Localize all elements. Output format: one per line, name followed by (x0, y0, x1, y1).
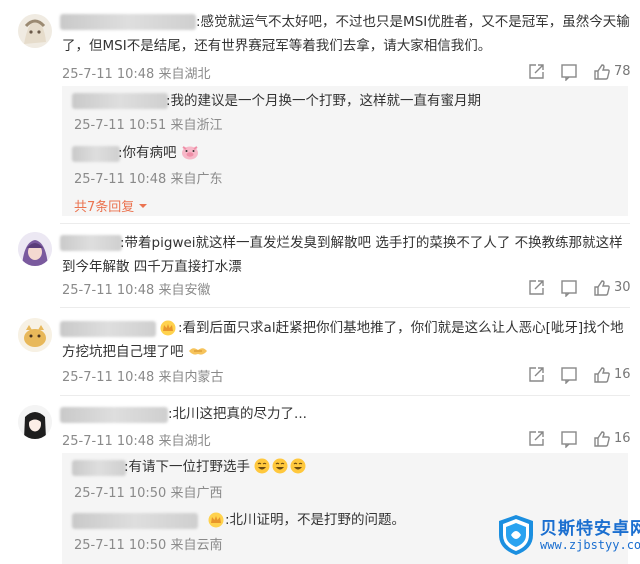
username-blurred[interactable] (60, 321, 156, 337)
share-icon[interactable] (527, 279, 545, 297)
avatar[interactable] (18, 14, 52, 48)
like-icon[interactable] (593, 63, 611, 81)
like-count: 78 (614, 64, 631, 79)
reply-text: :你有病吧 (118, 142, 199, 164)
reply-text: :有请下一位打野选手 (124, 456, 306, 478)
share-icon[interactable] (527, 63, 545, 81)
reply-meta: 25-7-11 10:50 来自云南 (74, 538, 223, 553)
comment-text-content: 方挖坑把自己埋了吧 (62, 344, 184, 360)
comment-text-line1: :感觉就运气不太好吧，不过也只是MSI优胜者，又不是冠军，虽然今天输 (196, 14, 630, 30)
handshake-emoji-icon (188, 348, 207, 355)
like-count: 30 (614, 280, 631, 295)
more-replies-label[interactable]: 共7条回复 (74, 200, 134, 215)
comment-meta: 25-7-11 10:48 来自内蒙古 (62, 370, 224, 385)
comment-text-line1: :带着pigwei就这样一直发烂发臭到解散吧 选手打的菜换不了人了 不换教练那就… (120, 235, 623, 251)
like-icon[interactable] (593, 430, 611, 448)
reply-text: :北川证明，不是打野的问题。 (225, 512, 406, 528)
watermark-url: www.zjbstyy.com (540, 538, 640, 552)
avatar[interactable] (18, 318, 52, 352)
comment-meta: 25-7-11 10:48 来自湖北 (62, 67, 211, 82)
comment-icon[interactable] (560, 279, 578, 297)
comment-text-line2: 方挖坑把自己埋了吧 (62, 341, 208, 363)
divider (60, 307, 630, 308)
like-icon[interactable] (593, 279, 611, 297)
crown-emoji-icon (208, 512, 224, 528)
divider (60, 223, 630, 224)
like-count: 16 (614, 367, 631, 382)
chevron-down-icon (139, 204, 148, 208)
comment-meta: 25-7-11 10:48 来自安徽 (62, 283, 211, 298)
watermark-title: 贝斯特安卓网 (540, 519, 640, 539)
comment-icon[interactable] (560, 366, 578, 384)
more-replies-link[interactable]: 共7条回复 (74, 196, 148, 215)
comment-icon[interactable] (560, 63, 578, 81)
share-icon[interactable] (527, 366, 545, 384)
comment-text-line1: :看到后面只求al赶紧把你们基地推了，你们就是这么让人恶心[呲牙]找个地 (178, 320, 624, 336)
reply-text-content: :有请下一位打野选手 (124, 459, 251, 475)
avatar[interactable] (18, 232, 52, 266)
reply-meta: 25-7-11 10:50 来自广西 (74, 486, 223, 501)
shield-logo-icon (499, 515, 533, 555)
site-watermark: 贝斯特安卓网 www.zjbstyy.com (496, 510, 640, 560)
reply-text-content: :你有病吧 (118, 145, 177, 161)
username-blurred[interactable] (60, 235, 122, 251)
comment-text-line2: 了，但MSI不是结尾，还有世界赛冠军等着我们去拿，请大家相信我们。 (62, 38, 492, 54)
reply-meta: 25-7-11 10:48 来自广东 (74, 172, 223, 187)
reply-box: :我的建议是一个月换一个打野，这样就一直有蜜月期 25-7-11 10:51 来… (62, 86, 628, 216)
reply-username-blurred[interactable] (72, 93, 168, 109)
reply-text: :我的建议是一个月换一个打野，这样就一直有蜜月期 (166, 93, 482, 109)
comment-text: :北川这把真的尽力了... (168, 406, 307, 422)
laughing-emoji-icon (254, 458, 306, 474)
reply-username-blurred[interactable] (72, 513, 198, 529)
reply-meta: 25-7-11 10:51 来自浙江 (74, 118, 223, 133)
username-blurred[interactable] (60, 407, 168, 423)
comment-text-line2: 到今年解散 四千万直接打水漂 (62, 259, 242, 275)
like-count: 16 (614, 431, 631, 446)
crown-emoji-icon (160, 320, 176, 336)
reply-username-blurred[interactable] (72, 460, 126, 476)
reply-username-blurred[interactable] (72, 146, 120, 162)
comment-meta: 25-7-11 10:48 来自湖北 (62, 434, 211, 449)
pig-emoji-icon (181, 146, 198, 160)
divider (60, 395, 630, 396)
share-icon[interactable] (527, 430, 545, 448)
like-icon[interactable] (593, 366, 611, 384)
comment-icon[interactable] (560, 430, 578, 448)
username-blurred[interactable] (60, 14, 196, 30)
avatar[interactable] (18, 405, 52, 439)
